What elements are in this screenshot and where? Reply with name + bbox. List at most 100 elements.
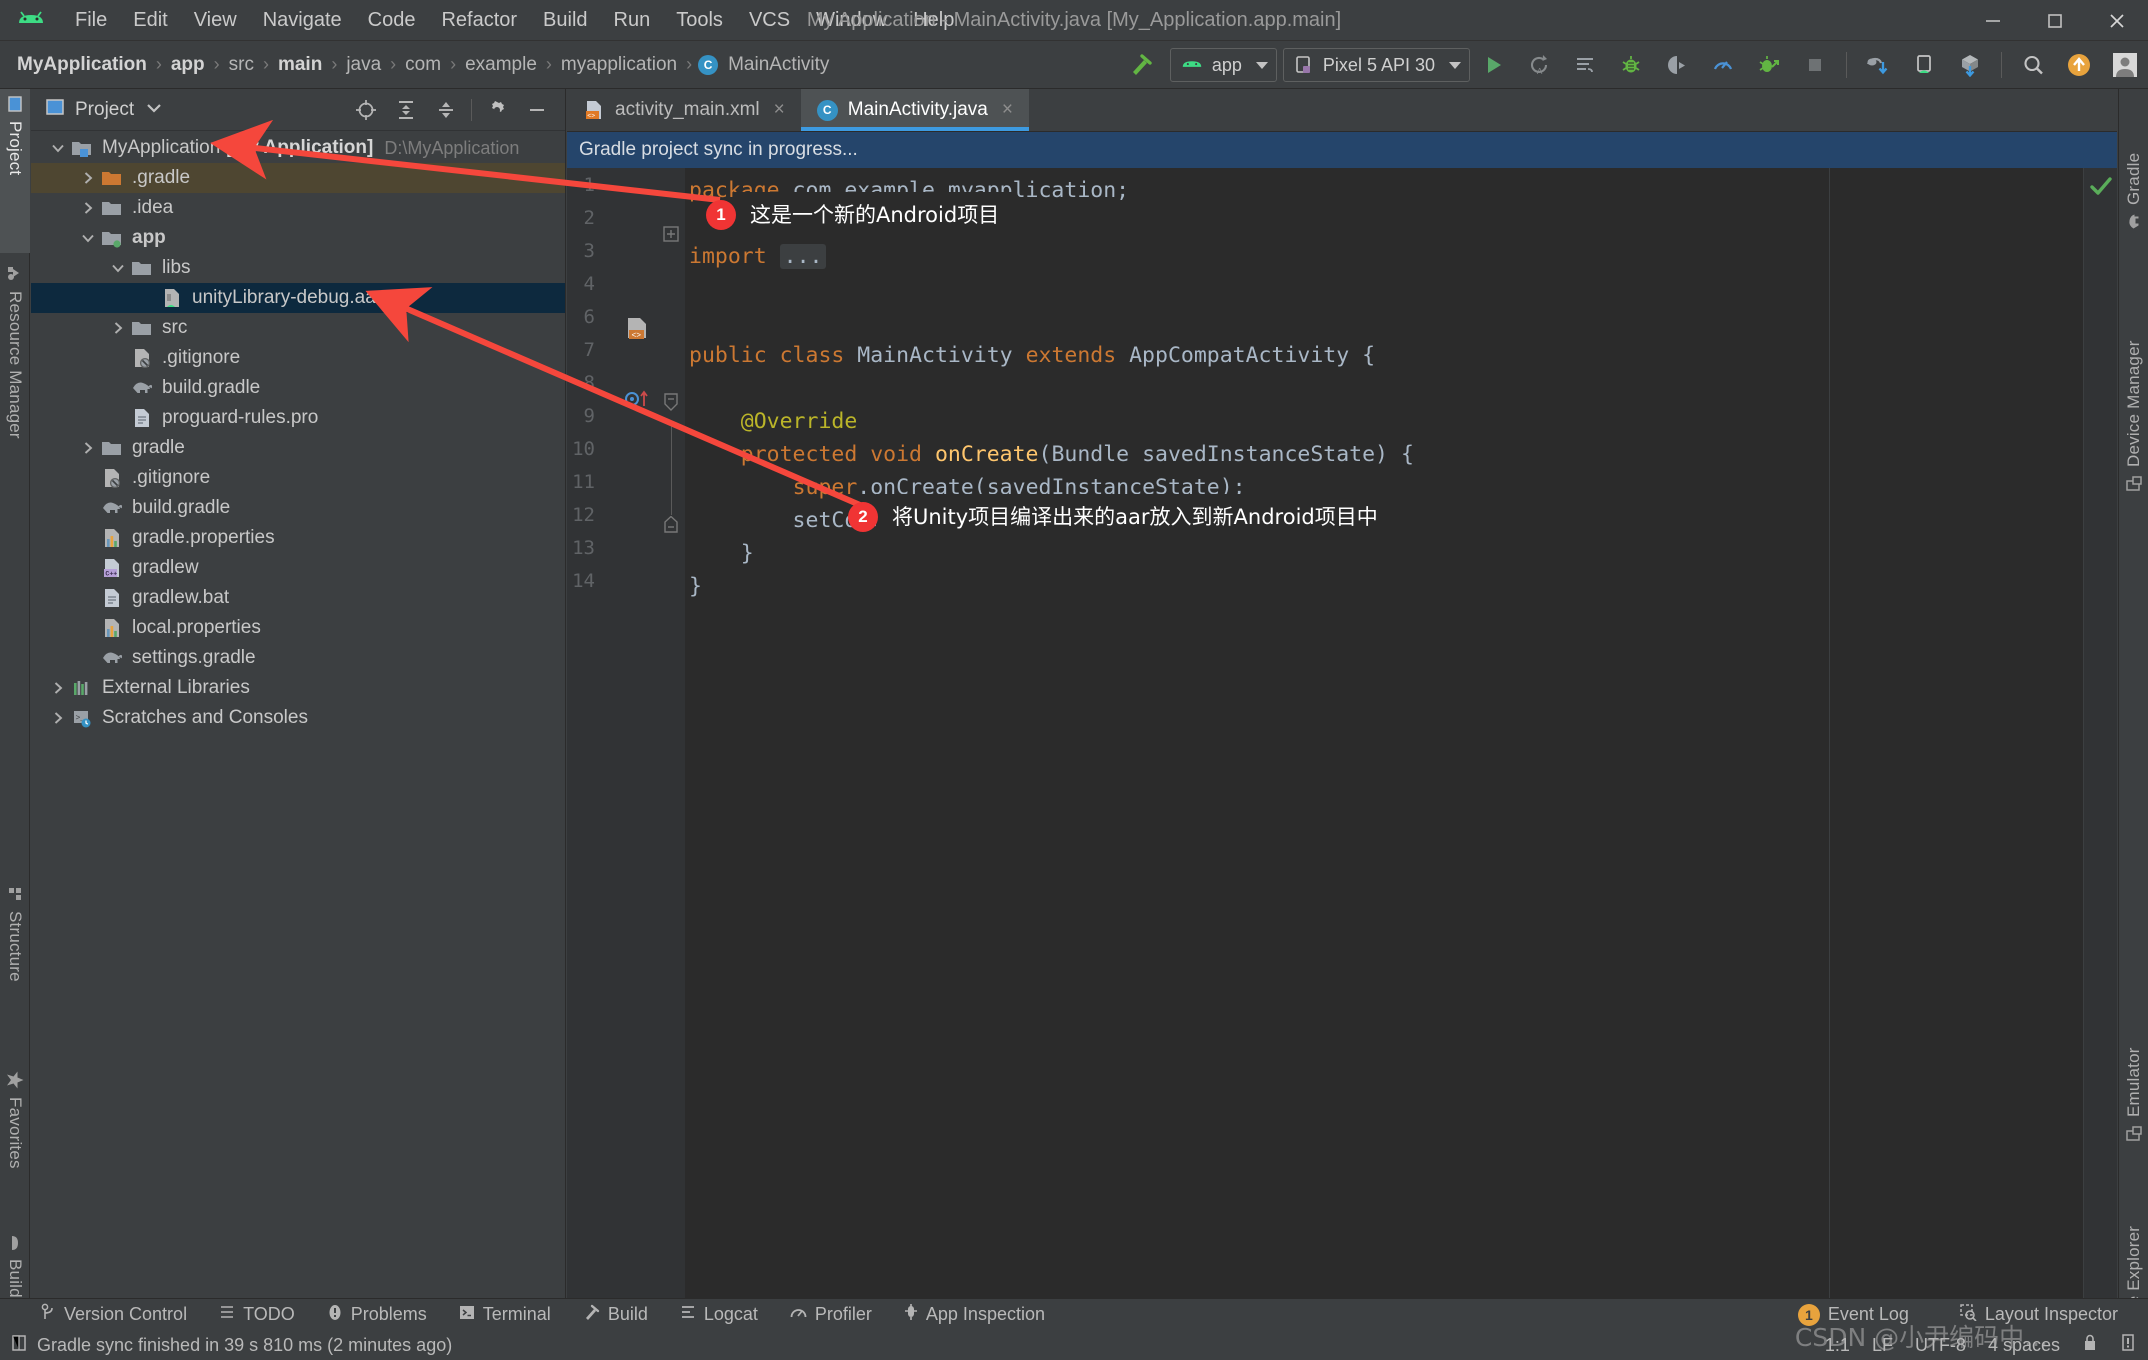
menu-item-build[interactable]: Build — [530, 7, 600, 34]
bottom-item-todo[interactable]: TODO — [203, 1304, 311, 1325]
tree-node-settings-gradle[interactable]: settings.gradle — [31, 643, 565, 673]
tree-node-build-gradle[interactable]: build.gradle — [31, 493, 565, 523]
chevron-down-icon[interactable] — [47, 141, 69, 155]
tree-node-external-libraries[interactable]: External Libraries — [31, 673, 565, 703]
bottom-item-logcat[interactable]: Logcat — [664, 1304, 774, 1325]
source-code[interactable]: package com.example.myapplication; import… — [689, 168, 2117, 1298]
tree-node-src[interactable]: src — [31, 313, 565, 343]
sidebar-item-favorites[interactable]: Favorites — [0, 1064, 30, 1219]
caret-position[interactable]: 1:1 — [1825, 1335, 1850, 1356]
tree-node-gradle-properties[interactable]: gradle.properties — [31, 523, 565, 553]
breadcrumb-item-example[interactable]: example — [462, 54, 540, 76]
chevron-right-icon[interactable] — [47, 711, 69, 725]
sidebar-item-emulator[interactable]: Emulator — [2119, 984, 2148, 1149]
layout-inspector-button[interactable]: Layout Inspector — [1943, 1303, 2134, 1326]
tree-node-gitignore[interactable]: .gitignore — [31, 463, 565, 493]
sidebar-item-resource-manager[interactable]: Resource Manager — [0, 259, 30, 509]
fold-marker-import-icon[interactable] — [661, 224, 681, 244]
menu-item-code[interactable]: Code — [355, 7, 429, 34]
tree-node-gradlew[interactable]: C++ gradlew — [31, 553, 565, 583]
update-icon[interactable] — [2056, 45, 2102, 85]
tree-node-myapplication[interactable]: MyApplication [My Application] D:\MyApplic… — [31, 133, 565, 163]
module-selector[interactable]: app — [1169, 48, 1277, 82]
bottom-item-problems[interactable]: Problems — [311, 1304, 443, 1326]
chevron-right-icon[interactable] — [77, 201, 99, 215]
sidebar-item-device-manager[interactable]: Device Manager — [2119, 249, 2148, 499]
tree-node-gitignore[interactable]: .gitignore — [31, 343, 565, 373]
override-method-marker-icon[interactable] — [623, 386, 653, 412]
tree-node-unitylibrary-debug-aar[interactable]: unityLibrary-debug.aar — [31, 283, 565, 313]
tree-node-app[interactable]: app — [31, 223, 565, 253]
menu-item-vcs[interactable]: VCS — [736, 7, 803, 34]
warning-icon[interactable] — [2120, 1334, 2136, 1356]
menu-item-help[interactable]: Help — [900, 7, 967, 34]
breadcrumb-item-myapplication[interactable]: MyApplication — [14, 54, 150, 76]
fold-gutter[interactable] — [657, 168, 685, 1298]
chevron-down-icon[interactable] — [146, 101, 162, 119]
breadcrumb-item-mainactivity[interactable]: MainActivity — [725, 54, 832, 76]
minimize-button[interactable] — [1962, 0, 2024, 41]
error-stripe-gutter[interactable] — [2083, 168, 2117, 1298]
profiler-icon[interactable] — [1700, 45, 1746, 85]
run-icon[interactable] — [1470, 45, 1516, 85]
device-selector[interactable]: Pixel 5 API 30 — [1282, 48, 1470, 82]
tree-node-local-properties[interactable]: local.properties — [31, 613, 565, 643]
attach-debugger-icon[interactable] — [1654, 45, 1700, 85]
lock-icon[interactable] — [2082, 1334, 2098, 1356]
chevron-right-icon[interactable] — [77, 171, 99, 185]
breadcrumb-item-com[interactable]: com — [402, 54, 444, 76]
close-button[interactable] — [2086, 0, 2148, 41]
bottom-item-version-control[interactable]: Version Control — [24, 1303, 203, 1326]
locate-icon[interactable] — [346, 92, 386, 128]
encoding[interactable]: UTF-8 — [1915, 1335, 1966, 1356]
sync-project-icon[interactable] — [1855, 45, 1901, 85]
tree-node-proguard-rules-pro[interactable]: proguard-rules.pro — [31, 403, 565, 433]
tree-node-scratches-and-consoles[interactable]: >_ Scratches and Consoles — [31, 703, 565, 733]
breadcrumb-item-src[interactable]: src — [226, 54, 257, 76]
tree-node-build-gradle[interactable]: build.gradle — [31, 373, 565, 403]
editor-tab-mainactivity-java[interactable]: C MainActivity.java × — [800, 89, 1030, 131]
chevron-right-icon[interactable] — [47, 681, 69, 695]
avatar-icon[interactable] — [2102, 45, 2148, 85]
breadcrumb-item-myapplication[interactable]: myapplication — [558, 54, 680, 76]
sidebar-item-project[interactable]: Project — [0, 89, 30, 253]
menu-item-tools[interactable]: Tools — [663, 7, 736, 34]
apply-changes-icon[interactable] — [1562, 45, 1608, 85]
project-tree[interactable]: MyApplication [My Application] D:\MyApplic… — [31, 131, 565, 1298]
hide-icon[interactable] — [517, 92, 557, 128]
chevron-right-icon[interactable] — [77, 441, 99, 455]
menu-item-run[interactable]: Run — [601, 7, 664, 34]
tree-node-gradlew-bat[interactable]: gradlew.bat — [31, 583, 565, 613]
line-separator[interactable]: LF — [1872, 1335, 1893, 1356]
bottom-item-profiler[interactable]: Profiler — [774, 1304, 888, 1325]
tree-node-libs[interactable]: libs — [31, 253, 565, 283]
avd-manager-icon[interactable] — [1901, 45, 1947, 85]
stop-icon[interactable] — [1792, 45, 1838, 85]
menu-item-file[interactable]: File — [62, 7, 120, 34]
close-icon[interactable]: × — [1002, 99, 1013, 121]
breadcrumb-item-java[interactable]: java — [343, 54, 384, 76]
editor-tab-activity-main-xml[interactable]: <> activity_main.xml × — [567, 89, 801, 131]
rerun-icon[interactable]: A — [1516, 45, 1562, 85]
debug-attach-icon[interactable] — [1746, 45, 1792, 85]
notification-icon[interactable] — [10, 1334, 28, 1357]
search-icon[interactable] — [2010, 45, 2056, 85]
menu-item-view[interactable]: View — [181, 7, 250, 34]
code-view[interactable]: 1 2 3 4 6 7 8 9 10 11 12 13 14 <> packag… — [567, 168, 2117, 1298]
sidebar-item-gradle[interactable]: Gradle — [2119, 99, 2148, 234]
menu-item-navigate[interactable]: Navigate — [250, 7, 355, 34]
breadcrumb-item-main[interactable]: main — [275, 54, 325, 76]
indent-setting[interactable]: 4 spaces — [1988, 1335, 2060, 1356]
sdk-manager-icon[interactable] — [1947, 45, 1993, 85]
maximize-button[interactable] — [2024, 0, 2086, 41]
close-icon[interactable]: × — [774, 99, 785, 121]
expand-all-icon[interactable] — [386, 92, 426, 128]
bottom-item-build[interactable]: Build — [567, 1304, 664, 1326]
sidebar-item-structure[interactable]: Structure — [0, 879, 30, 1049]
menu-item-window[interactable]: Window — [803, 7, 900, 34]
breadcrumb-item-app[interactable]: app — [168, 54, 208, 76]
menu-item-edit[interactable]: Edit — [120, 7, 180, 34]
bottom-item-terminal[interactable]: Terminal — [443, 1304, 567, 1325]
bottom-item-app-inspection[interactable]: App Inspection — [888, 1303, 1061, 1326]
fold-marker-method-icon[interactable] — [661, 390, 681, 416]
